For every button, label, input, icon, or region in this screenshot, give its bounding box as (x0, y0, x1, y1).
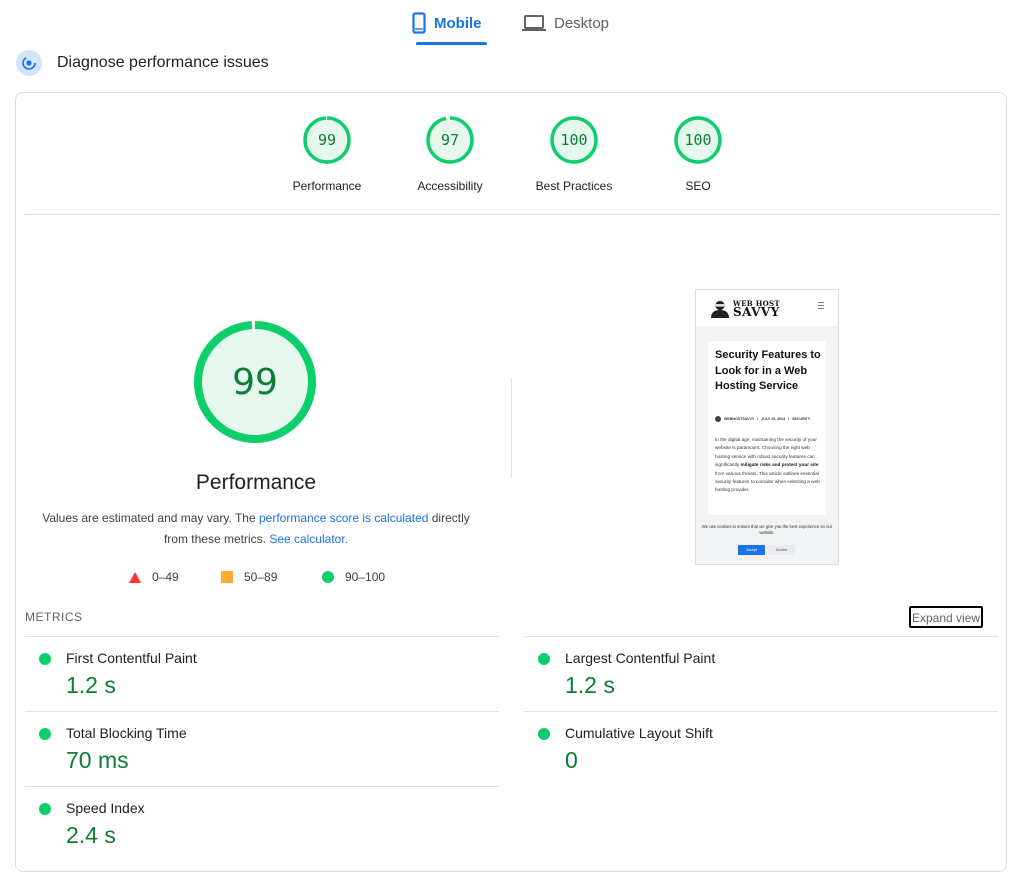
metric-value: 70 ms (66, 747, 129, 773)
category-gauges: 99 Performance 97 Accessibility 100 Best… (16, 115, 1008, 215)
tab-mobile-label: Mobile (434, 14, 482, 32)
gauge-best-practices[interactable]: 100 Best Practices (519, 115, 629, 193)
article-category: SECURITY (792, 417, 811, 421)
gauge-performance[interactable]: 99 Performance (272, 115, 382, 193)
gauge-score: 97 (440, 131, 460, 149)
person-logo-icon (710, 300, 730, 323)
score-calculated-link[interactable]: performance score is calculated (259, 511, 428, 525)
performance-title: Performance (195, 471, 317, 494)
gauge-score: 99 (317, 131, 337, 149)
active-tab-indicator (416, 42, 487, 45)
article-meta: WEBHOSTSAVVY / JULY 15, 2024/ SECURITY (715, 416, 810, 422)
laptop-icon (522, 14, 546, 32)
see-calculator-link[interactable]: See calculator. (269, 532, 348, 546)
metric-cumulative-layout-shift: Cumulative Layout Shift 0 (524, 711, 998, 787)
performance-score-large: 99 (232, 361, 278, 403)
metric-label: Total Blocking Time (66, 725, 187, 741)
gauge-ring: 100 (673, 115, 723, 165)
article-card: Security Features to Look for in a Web H… (708, 341, 826, 515)
gauge-ring: 99 (302, 115, 352, 165)
legend-range: 50–89 (244, 570, 278, 584)
metric-value: 1.2 s (565, 672, 615, 698)
metric-total-blocking-time: Total Blocking Time 70 ms (25, 711, 499, 787)
cookie-decline-button: Decline (768, 545, 795, 555)
triangle-icon (129, 571, 141, 583)
hamburger-menu-icon (818, 302, 824, 311)
metric-speed-index: Speed Index 2.4 s (25, 786, 499, 862)
device-tabs: Mobile Desktop (0, 0, 1024, 48)
legend-fail: 0–49 (129, 570, 179, 584)
score-legend: 0–49 50–89 90–100 (16, 570, 496, 586)
tab-mobile[interactable]: Mobile (412, 0, 482, 46)
pass-dot-icon (538, 653, 550, 665)
metric-label: Speed Index (66, 800, 145, 816)
diagnose-header: Diagnose performance issues (16, 50, 269, 76)
pass-dot-icon (39, 728, 51, 740)
report-card: 99 Performance 97 Accessibility 100 Best… (15, 92, 1007, 872)
desc-text: Values are estimated and may vary. The (42, 511, 259, 525)
metric-label: Largest Contentful Paint (565, 650, 716, 666)
legend-average: 50–89 (221, 570, 277, 584)
cookie-accept-button: Accept (738, 545, 765, 555)
gauge-label: Performance (292, 179, 362, 193)
gauge-label: Best Practices (535, 179, 613, 193)
diagnose-gauge-icon (16, 50, 42, 76)
pass-dot-icon (39, 803, 51, 815)
circle-icon (322, 571, 334, 583)
diagnose-title: Diagnose performance issues (57, 54, 269, 71)
article-title: Security Features to Look for in a Web H… (715, 349, 821, 392)
performance-description: Values are estimated and may vary. The p… (36, 508, 476, 550)
meta-separator: / (788, 417, 790, 421)
gauge-score: 100 (684, 131, 712, 149)
metrics-heading: METRICS (25, 610, 83, 624)
article-body-text: from various threats. This article outli… (715, 470, 820, 493)
metric-value: 1.2 s (66, 672, 116, 698)
gauge-ring: 100 (549, 115, 599, 165)
expand-view-button[interactable]: Expand view (909, 606, 984, 628)
cookie-notice: We use cookies to ensure that we give yo… (701, 524, 833, 535)
vertical-divider (511, 378, 512, 478)
gauge-label: SEO (685, 179, 711, 193)
article-body-bold: mitigate risks and protect your site (740, 462, 819, 468)
metric-value: 2.4 s (66, 822, 116, 848)
article-date: JULY 15, 2024 (761, 417, 786, 421)
gauge-score: 100 (560, 131, 588, 149)
metric-largest-contentful-paint: Largest Contentful Paint 1.2 s (524, 636, 998, 712)
gauge-accessibility[interactable]: 97 Accessibility (395, 115, 505, 193)
gauge-seo[interactable]: 100 SEO (643, 115, 753, 193)
metric-value: 0 (565, 747, 578, 773)
tab-desktop-label: Desktop (554, 14, 610, 32)
metric-label: First Contentful Paint (66, 650, 197, 666)
gauges-divider (25, 214, 999, 215)
article-body: In the digital age, maintaining the secu… (715, 436, 825, 495)
metric-label: Cumulative Layout Shift (565, 725, 713, 741)
article-author: WEBHOSTSAVVY (724, 417, 755, 421)
tab-desktop[interactable]: Desktop (522, 0, 609, 46)
site-logo-bottom: SAVVY (733, 305, 780, 319)
site-header: WEB HOST SAVVY (696, 290, 838, 326)
gauge-ring: 97 (425, 115, 475, 165)
pass-dot-icon (538, 728, 550, 740)
smartphone-icon (412, 12, 426, 34)
metric-first-contentful-paint: First Contentful Paint 1.2 s (25, 636, 499, 712)
meta-separator: / (757, 417, 759, 421)
performance-gauge-large: 99 (192, 319, 318, 445)
pass-dot-icon (39, 653, 51, 665)
author-avatar (715, 416, 721, 422)
page-screenshot[interactable]: WEB HOST SAVVY Security Features to Look… (695, 289, 839, 565)
legend-pass: 90–100 (322, 570, 385, 584)
square-icon (221, 571, 233, 583)
legend-range: 90–100 (345, 570, 386, 584)
gauge-label: Accessibility (417, 179, 483, 193)
legend-range: 0–49 (152, 570, 179, 584)
